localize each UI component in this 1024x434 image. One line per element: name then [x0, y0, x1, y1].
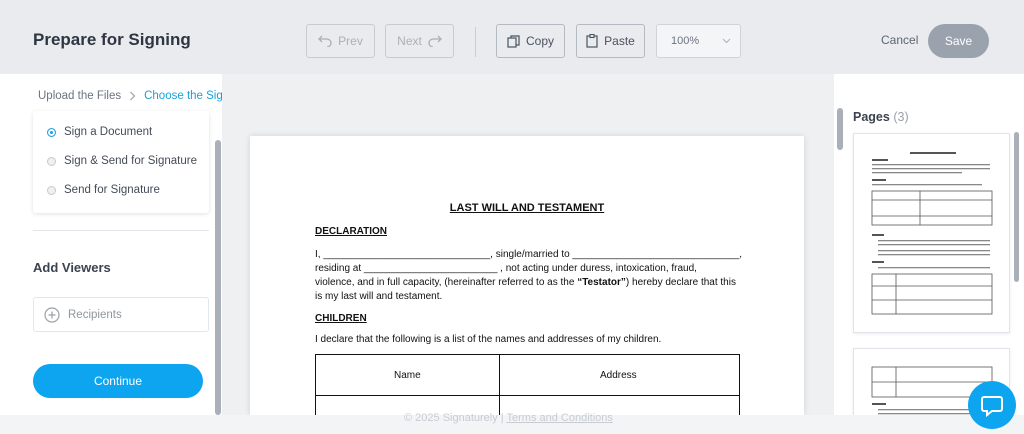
children-line: I declare that the following is a list o…	[315, 334, 662, 345]
radio-unselected[interactable]	[47, 185, 56, 195]
clipboard-icon	[586, 34, 598, 48]
undo-arrow-icon	[318, 35, 332, 47]
pages-heading: Pages (3)	[853, 110, 909, 124]
zoom-value: 100%	[671, 35, 700, 47]
declaration-heading: DECLARATION	[315, 226, 388, 237]
copy-button[interactable]: Copy	[496, 24, 565, 58]
terms-link[interactable]: Terms and Conditions	[507, 412, 613, 424]
copy-icon	[507, 34, 520, 48]
mode-label: Sign a Document	[64, 126, 153, 138]
copy-label: Copy	[525, 34, 554, 48]
children-heading: CHILDREN	[315, 313, 367, 324]
declaration-line-3-c: ) hereby declare that this	[625, 277, 736, 288]
zoom-select[interactable]: 100%	[656, 24, 741, 58]
page-title: Prepare for Signing	[33, 30, 191, 49]
recipients-input[interactable]: Recipients	[33, 297, 209, 332]
signing-mode-card: Sign a Document Sign & Send for Signatur…	[33, 111, 209, 213]
prev-label: Prev	[338, 34, 363, 48]
copyright-text: © 2025 Signaturely |	[404, 412, 504, 424]
declaration-line-3: violence, and in full capacity, (hereina…	[315, 277, 736, 288]
radio-unselected[interactable]	[47, 156, 56, 166]
prev-button[interactable]: Prev	[306, 24, 375, 58]
plus-circle-icon	[44, 306, 60, 323]
toolbar-divider	[475, 27, 476, 57]
testator-label: “Testator”	[577, 277, 626, 288]
radio-selected[interactable]	[47, 127, 56, 137]
table-row-divider	[316, 395, 739, 396]
footer-text: © 2025 Signaturely | Terms and Condition…	[404, 412, 613, 424]
mode-send-for-signature[interactable]: Send for Signature	[47, 184, 160, 196]
chat-bubble-icon	[981, 396, 1003, 418]
mode-label: Send for Signature	[64, 184, 160, 196]
declaration-line-3-a: violence, and in full capacity, (hereina…	[315, 277, 578, 288]
declaration-line-4: is my last will and testament.	[315, 291, 443, 302]
pages-count: (3)	[893, 110, 909, 124]
document-scrollbar[interactable]	[837, 108, 843, 150]
declaration-line-1: I, ______________________________, singl…	[315, 249, 743, 260]
redo-arrow-icon	[428, 35, 442, 47]
paste-label: Paste	[604, 34, 635, 48]
pages-label: Pages	[853, 110, 890, 124]
declaration-line-2: residing at ________________________ , n…	[315, 263, 697, 274]
table-header-name: Name	[394, 370, 421, 381]
continue-button[interactable]: Continue	[33, 364, 203, 398]
section-divider	[33, 230, 209, 231]
left-scrollbar[interactable]	[215, 140, 221, 415]
page-thumbnail-1[interactable]	[853, 133, 1010, 333]
children-table: Name Address	[315, 354, 740, 415]
breadcrumb: Upload the Files Choose the Signers	[38, 90, 245, 102]
save-button[interactable]: Save	[928, 24, 989, 58]
mode-sign-and-send[interactable]: Sign & Send for Signature	[47, 155, 197, 167]
next-label: Next	[397, 34, 422, 48]
recipients-placeholder: Recipients	[68, 308, 122, 321]
table-column-divider	[499, 355, 500, 415]
mode-sign-document[interactable]: Sign a Document	[47, 126, 152, 138]
add-viewers-heading: Add Viewers	[33, 260, 111, 275]
mode-label: Sign & Send for Signature	[64, 155, 197, 167]
pages-scrollbar[interactable]	[1014, 132, 1019, 282]
document-title: LAST WILL AND TESTAMENT	[449, 202, 605, 214]
chat-button[interactable]	[968, 381, 1016, 429]
cancel-button[interactable]: Cancel	[881, 33, 918, 47]
paste-button[interactable]: Paste	[576, 24, 645, 58]
chevron-right-icon	[130, 91, 136, 101]
page-thumbnail-1-preview	[871, 152, 993, 315]
breadcrumb-upload[interactable]: Upload the Files	[38, 90, 121, 102]
document-page[interactable]: LAST WILL AND TESTAMENT DECLARATION I, _…	[250, 136, 804, 415]
next-button[interactable]: Next	[385, 24, 454, 58]
chevron-down-icon	[722, 38, 731, 44]
table-header-address: Address	[600, 370, 637, 381]
